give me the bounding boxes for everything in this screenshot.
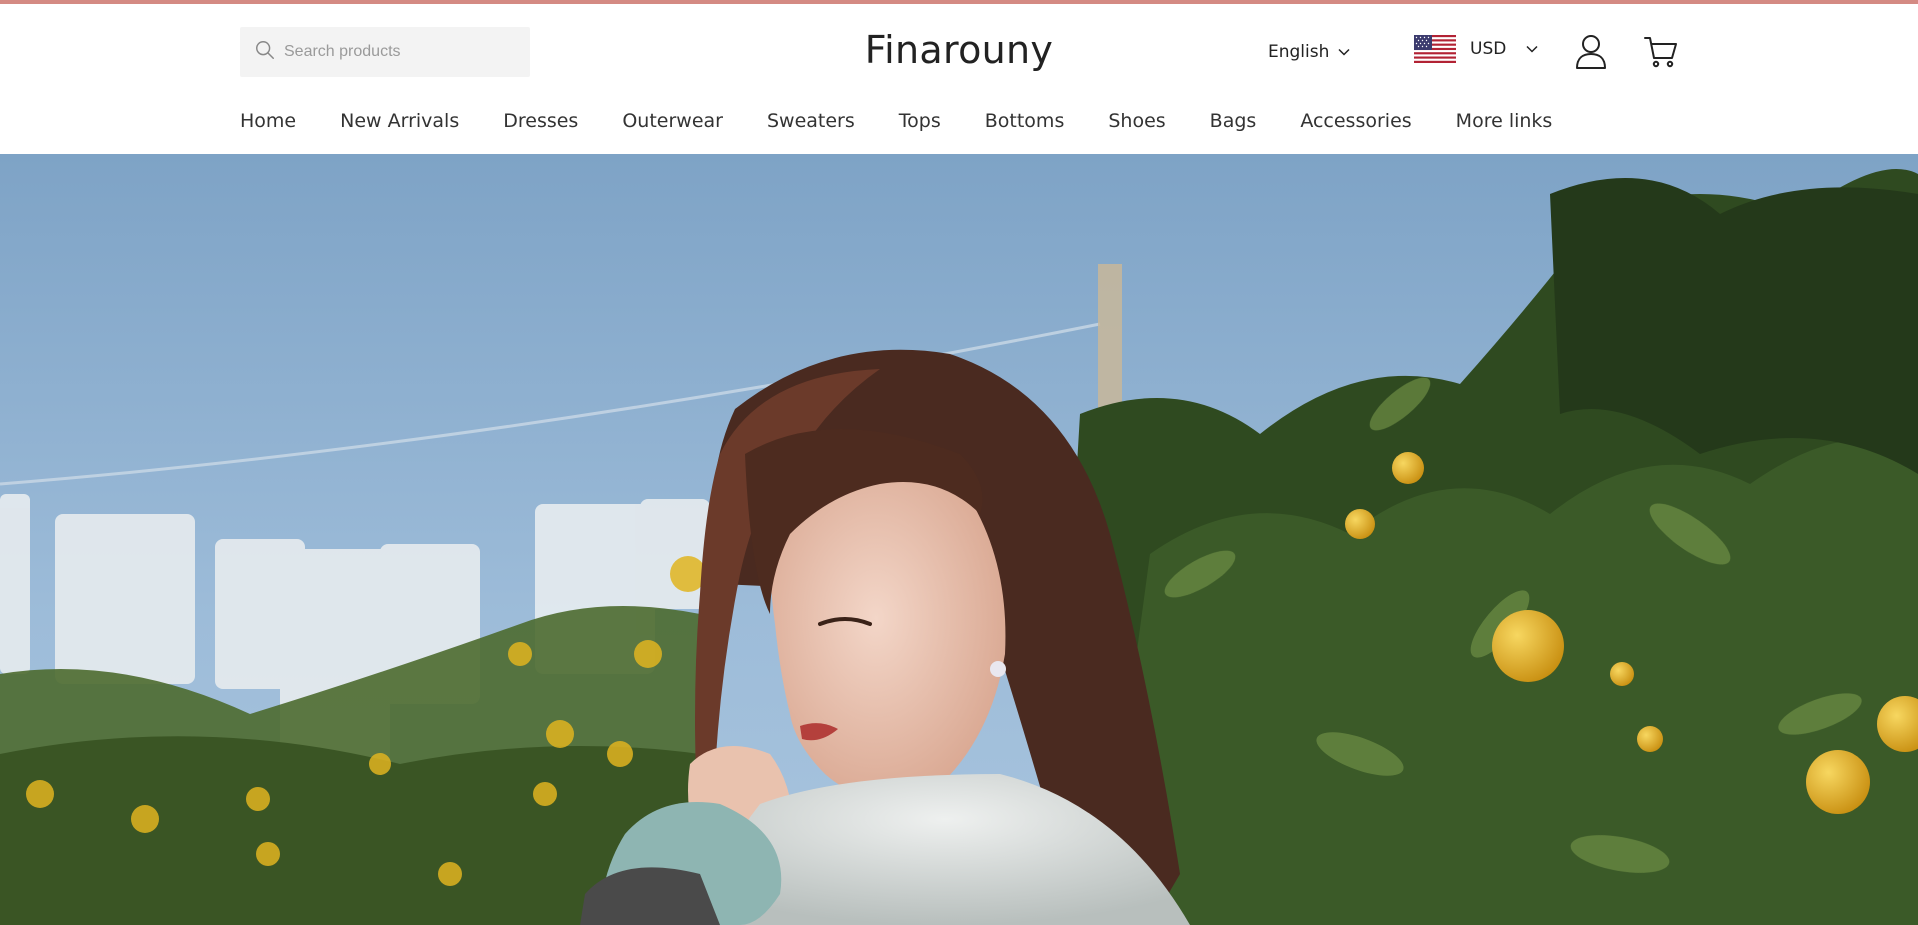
nav-item-shoes[interactable]: Shoes (1108, 110, 1165, 132)
chevron-down-icon (1338, 48, 1350, 56)
nav-item-home[interactable]: Home (240, 110, 296, 132)
nav-item-tops[interactable]: Tops (899, 110, 941, 132)
nav-item-more-links[interactable]: More links (1456, 110, 1553, 132)
language-label: English (1268, 42, 1330, 62)
site-header: Finarouny English USD (0, 4, 1918, 154)
search-box[interactable] (240, 27, 530, 77)
store-logo[interactable]: Finarouny (865, 28, 1053, 72)
search-input[interactable] (284, 43, 524, 61)
chevron-down-icon (1526, 45, 1538, 53)
main-nav: Home New Arrivals Dresses Outerwear Swea… (240, 110, 1596, 132)
nav-item-new-arrivals[interactable]: New Arrivals (340, 110, 459, 132)
hero-image (0, 154, 1918, 925)
search-icon (254, 39, 276, 65)
hero-banner[interactable] (0, 154, 1918, 925)
nav-item-bags[interactable]: Bags (1210, 110, 1257, 132)
account-button[interactable] (1573, 32, 1609, 72)
nav-item-accessories[interactable]: Accessories (1300, 110, 1411, 132)
currency-label: USD (1470, 39, 1507, 59)
user-icon (1576, 35, 1606, 69)
currency-selector[interactable]: USD (1414, 35, 1538, 63)
cart-icon (1644, 37, 1677, 68)
cart-button[interactable] (1643, 32, 1679, 72)
nav-item-dresses[interactable]: Dresses (503, 110, 578, 132)
nav-item-bottoms[interactable]: Bottoms (985, 110, 1065, 132)
language-selector[interactable]: English (1268, 42, 1350, 62)
nav-item-outerwear[interactable]: Outerwear (622, 110, 723, 132)
nav-item-sweaters[interactable]: Sweaters (767, 110, 855, 132)
us-flag-icon (1414, 35, 1456, 63)
